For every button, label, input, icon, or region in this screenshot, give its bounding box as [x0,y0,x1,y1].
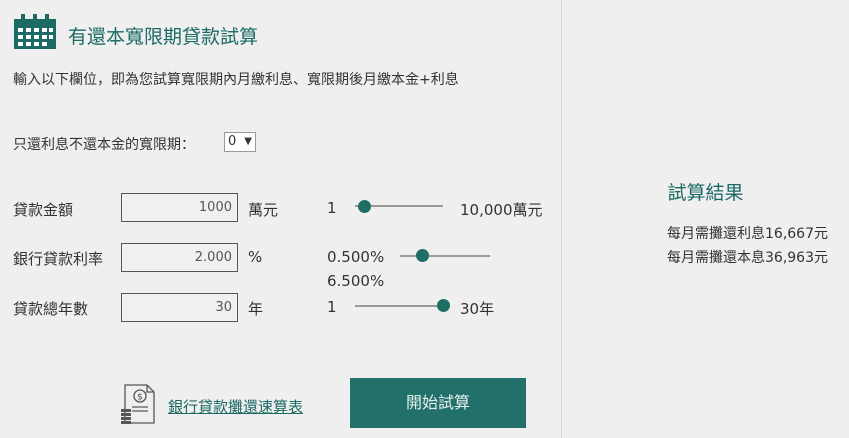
amortization-table-link[interactable]: 銀行貸款攤還速算表 [168,396,303,417]
start-calculation-button[interactable]: 開始試算 [350,378,526,428]
money-document-icon: $ [121,384,155,424]
loan-years-max: 30年 [460,300,495,318]
page-description: 輸入以下欄位，即為您試算寬限期內月繳利息、寬限期後月繳本金+利息 [13,72,459,88]
svg-text:$: $ [137,393,143,403]
loan-amount-min: 1 [327,199,337,217]
monthly-principal-interest-result: 每月需攤還本息36,963元 [667,250,828,266]
loan-years-slider-thumb[interactable] [437,299,450,312]
loan-amount-unit: 萬元 [248,201,279,219]
interest-rate-label: 銀行貸款利率 [13,250,104,268]
grace-period-select[interactable]: 0 ▼ [224,132,256,152]
loan-years-input[interactable]: 30 [121,293,238,322]
grace-period-label: 只還利息不還本金的寬限期： [13,137,195,153]
interest-rate-min: 0.500% [327,248,385,266]
interest-rate-input[interactable]: 2.000 [121,243,238,272]
loan-years-min: 1 [327,298,337,316]
result-panel: 試算結果 每月需攤還利息16,667元 每月需攤還本息36,963元 [562,0,849,438]
loan-years-unit: 年 [248,300,264,318]
interest-rate-unit: % [248,248,263,266]
loan-years-slider-track[interactable] [355,305,443,307]
monthly-interest-result: 每月需攤還利息16,667元 [667,226,828,242]
calculator-panel: 有還本寬限期貸款試算 輸入以下欄位，即為您試算寬限期內月繳利息、寬限期後月繳本金… [0,0,562,438]
interest-rate-max: 6.500% [327,272,385,290]
result-title: 試算結果 [667,182,744,204]
page-title: 有還本寬限期貸款試算 [68,26,259,48]
interest-rate-slider-track[interactable] [400,255,490,257]
interest-rate-slider-thumb[interactable] [416,249,429,262]
loan-amount-input[interactable]: 1000 [121,193,238,222]
grace-period-value: 0 [228,134,237,149]
loan-amount-max: 10,000萬元 [460,201,543,219]
chevron-down-icon: ▼ [244,136,252,147]
calendar-icon [14,14,56,49]
loan-amount-label: 貸款金額 [13,201,74,219]
loan-amount-slider-thumb[interactable] [358,200,371,213]
loan-years-label: 貸款總年數 [13,300,89,318]
